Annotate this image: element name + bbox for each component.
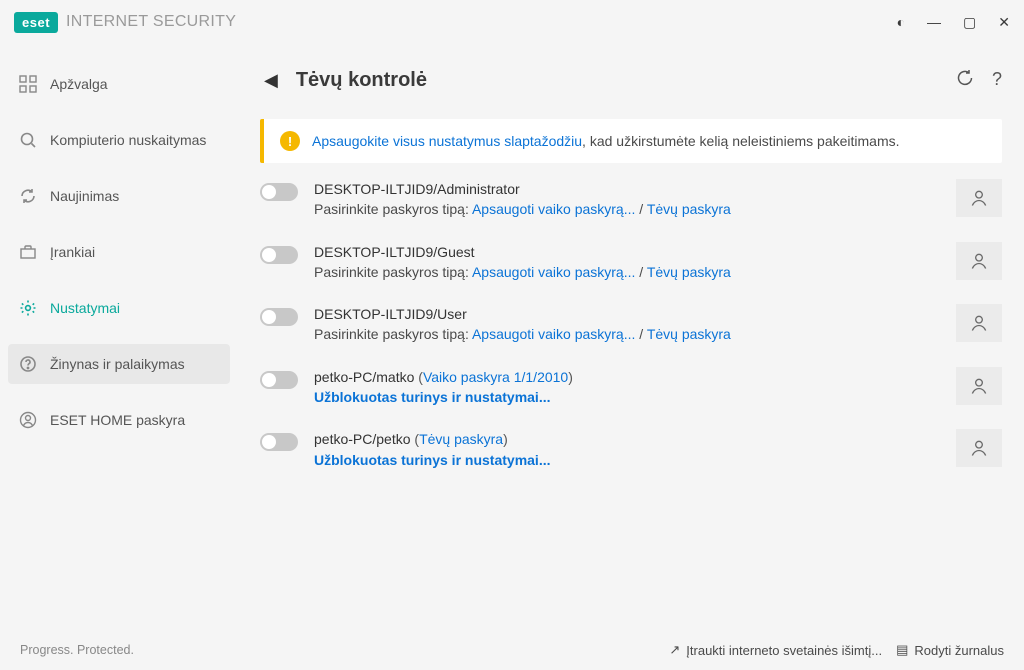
reload-icon[interactable] [956, 69, 974, 92]
account-name-line: petko-PC/petko (Tėvų paskyra) [314, 429, 940, 449]
user-profile-button[interactable] [956, 304, 1002, 342]
gear-icon [18, 298, 38, 318]
account-name: DESKTOP-ILTJID9/Guest [314, 242, 940, 262]
parent-account-link[interactable]: Tėvų paskyra [647, 264, 731, 280]
sidebar-item-label: Žinynas ir palaikymas [50, 356, 185, 372]
protect-child-link[interactable]: Apsaugoti vaiko paskyrą... [472, 326, 635, 342]
sidebar-item-label: Naujinimas [50, 188, 119, 204]
add-website-exception-link[interactable]: ↗ Įtraukti interneto svetainės išimtį... [669, 642, 882, 658]
sidebar-item-help[interactable]: Žinynas ir palaikymas [8, 344, 230, 384]
minimize-button[interactable]: — [927, 14, 941, 30]
notice-link[interactable]: Apsaugokite visus nustatymus slaptažodži… [312, 133, 582, 149]
refresh-icon [18, 186, 38, 206]
sidebar: Apžvalga Kompiuterio nuskaitymas Naujini… [0, 44, 238, 630]
sidebar-item-settings[interactable]: Nustatymai [8, 288, 230, 328]
user-profile-button[interactable] [956, 179, 1002, 217]
notice-text: Apsaugokite visus nustatymus slaptažodži… [312, 133, 900, 149]
user-circle-icon [18, 410, 38, 430]
footer-slogan: Progress. Protected. [20, 643, 134, 657]
list-icon: ▤ [896, 642, 908, 658]
content-pane: ◀ Tėvų kontrolė ? ! Apsaugokite visus nu… [238, 44, 1024, 630]
account-toggle[interactable] [260, 183, 298, 201]
parent-account-link[interactable]: Tėvų paskyra [647, 201, 731, 217]
account-type-line: Pasirinkite paskyros tipą: Apsaugoti vai… [314, 199, 940, 219]
blocked-content-link[interactable]: Užblokuotas turinys ir nustatymai... [314, 452, 551, 468]
sidebar-item-update[interactable]: Naujinimas [8, 176, 230, 216]
account-toggle[interactable] [260, 371, 298, 389]
sidebar-item-label: Apžvalga [50, 76, 108, 92]
account-row: petko-PC/matko (Vaiko paskyra 1/1/2010) … [260, 367, 1002, 408]
protect-child-link[interactable]: Apsaugoti vaiko paskyrą... [472, 201, 635, 217]
account-row: DESKTOP-ILTJID9/User Pasirinkite paskyro… [260, 304, 1002, 345]
briefcase-icon [18, 242, 38, 262]
account-name-line: petko-PC/matko (Vaiko paskyra 1/1/2010) [314, 367, 940, 387]
help-icon[interactable]: ? [992, 69, 1002, 92]
account-row: petko-PC/petko (Tėvų paskyra) Užblokuota… [260, 429, 1002, 470]
child-account-role[interactable]: Vaiko paskyra 1/1/2010 [423, 369, 568, 385]
account-name: DESKTOP-ILTJID9/Administrator [314, 179, 940, 199]
password-notice: ! Apsaugokite visus nustatymus slaptažod… [260, 119, 1002, 163]
user-profile-button[interactable] [956, 367, 1002, 405]
sidebar-item-overview[interactable]: Apžvalga [8, 64, 230, 104]
account-toggle[interactable] [260, 308, 298, 326]
account-toggle[interactable] [260, 246, 298, 264]
titlebar: eset INTERNET SECURITY ◐ — ▢ ✕ [0, 0, 1024, 44]
sidebar-item-tools[interactable]: Įrankiai [8, 232, 230, 272]
account-name: DESKTOP-ILTJID9/User [314, 304, 940, 324]
sidebar-item-label: Kompiuterio nuskaitymas [50, 132, 206, 148]
sidebar-item-label: Nustatymai [50, 300, 120, 316]
parent-account-role[interactable]: Tėvų paskyra [419, 431, 503, 447]
account-name: petko-PC/matko [314, 369, 414, 385]
brand-logo: eset INTERNET SECURITY [14, 12, 236, 33]
sidebar-item-scan[interactable]: Kompiuterio nuskaitymas [8, 120, 230, 160]
eset-logo-badge: eset [14, 12, 58, 33]
help-icon [18, 354, 38, 374]
close-button[interactable]: ✕ [998, 14, 1010, 31]
account-row: DESKTOP-ILTJID9/Administrator Pasirinkit… [260, 179, 1002, 220]
user-profile-button[interactable] [956, 429, 1002, 467]
account-type-line: Pasirinkite paskyros tipą: Apsaugoti vai… [314, 324, 940, 344]
maximize-button[interactable]: ▢ [963, 14, 976, 31]
accounts-list: DESKTOP-ILTJID9/Administrator Pasirinkit… [260, 179, 1002, 470]
sidebar-item-label: ESET HOME paskyra [50, 412, 185, 428]
account-row: DESKTOP-ILTJID9/Guest Pasirinkite paskyr… [260, 242, 1002, 283]
grid-icon [18, 74, 38, 94]
product-name: INTERNET SECURITY [66, 13, 236, 31]
contrast-icon[interactable]: ◐ [897, 14, 905, 30]
search-icon [18, 130, 38, 150]
window-controls: ◐ — ▢ ✕ [897, 14, 1010, 31]
parent-account-link[interactable]: Tėvų paskyra [647, 326, 731, 342]
sidebar-item-label: Įrankiai [50, 244, 95, 260]
sidebar-item-home-account[interactable]: ESET HOME paskyra [8, 400, 230, 440]
account-toggle[interactable] [260, 433, 298, 451]
show-logs-link[interactable]: ▤ Rodyti žurnalus [896, 642, 1004, 658]
page-title: Tėvų kontrolė [296, 69, 427, 92]
user-profile-button[interactable] [956, 242, 1002, 280]
page-header: ◀ Tėvų kontrolė ? [260, 66, 1002, 95]
notice-tail: , kad užkirstumėte kelią neleistiniems p… [582, 133, 899, 149]
external-link-icon: ↗ [669, 642, 680, 658]
protect-child-link[interactable]: Apsaugoti vaiko paskyrą... [472, 264, 635, 280]
back-button[interactable]: ◀ [260, 66, 282, 95]
blocked-content-link[interactable]: Užblokuotas turinys ir nustatymai... [314, 389, 551, 405]
account-name: petko-PC/petko [314, 431, 411, 447]
warning-icon: ! [280, 131, 300, 151]
footer: Progress. Protected. ↗ Įtraukti internet… [0, 630, 1024, 670]
account-type-line: Pasirinkite paskyros tipą: Apsaugoti vai… [314, 262, 940, 282]
